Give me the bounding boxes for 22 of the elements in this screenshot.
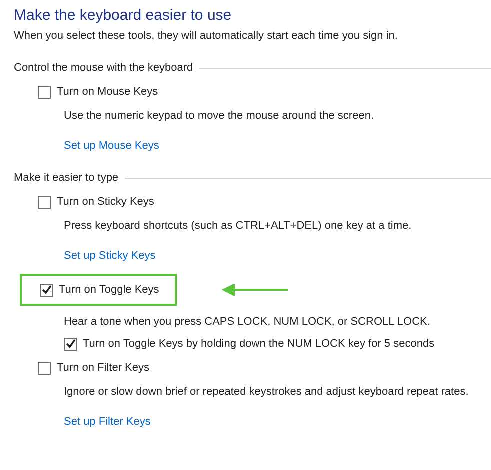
checkbox[interactable] xyxy=(40,284,53,296)
checkbox-label[interactable]: Turn on Toggle Keys xyxy=(59,282,160,298)
checkbox-label[interactable]: Turn on Mouse Keys xyxy=(57,84,158,100)
page-title: Make the keyboard easier to use xyxy=(14,6,233,26)
section-heading: Control the mouse with the keyboard xyxy=(14,61,194,76)
option-description: Ignore or slow down brief or repeated keystrokes and adjust keyboard repeat rates. xyxy=(64,385,470,400)
checkbox[interactable] xyxy=(38,196,51,208)
subtitle: When you select these tools, they will automatically start each time you sign in. xyxy=(14,29,399,44)
setup-link[interactable]: Set up Filter Keys xyxy=(64,414,151,430)
checkbox-label[interactable]: Turn on Toggle Keys by holding down the NUM LOCK key for 5 seconds xyxy=(83,336,435,352)
checkbox[interactable] xyxy=(64,338,77,350)
checkbox[interactable] xyxy=(38,362,51,374)
section-heading: Make it easier to type xyxy=(14,171,119,186)
checkbox-label[interactable]: Turn on Sticky Keys xyxy=(57,194,154,210)
arrow-icon xyxy=(222,284,288,296)
checkbox[interactable] xyxy=(38,86,51,98)
option-description: Hear a tone when you press CAPS LOCK, NUM LOCK, or SCROLL LOCK. xyxy=(64,315,432,330)
checkbox-label[interactable]: Turn on Filter Keys xyxy=(57,360,150,376)
option-description: Use the numeric keypad to move the mouse around the screen. xyxy=(64,109,376,124)
setup-link[interactable]: Set up Mouse Keys xyxy=(64,138,160,154)
option-description: Press keyboard shortcuts (such as CTRL+ALT+DEL) one key at a time. xyxy=(64,219,413,234)
setup-link[interactable]: Set up Sticky Keys xyxy=(64,248,156,264)
